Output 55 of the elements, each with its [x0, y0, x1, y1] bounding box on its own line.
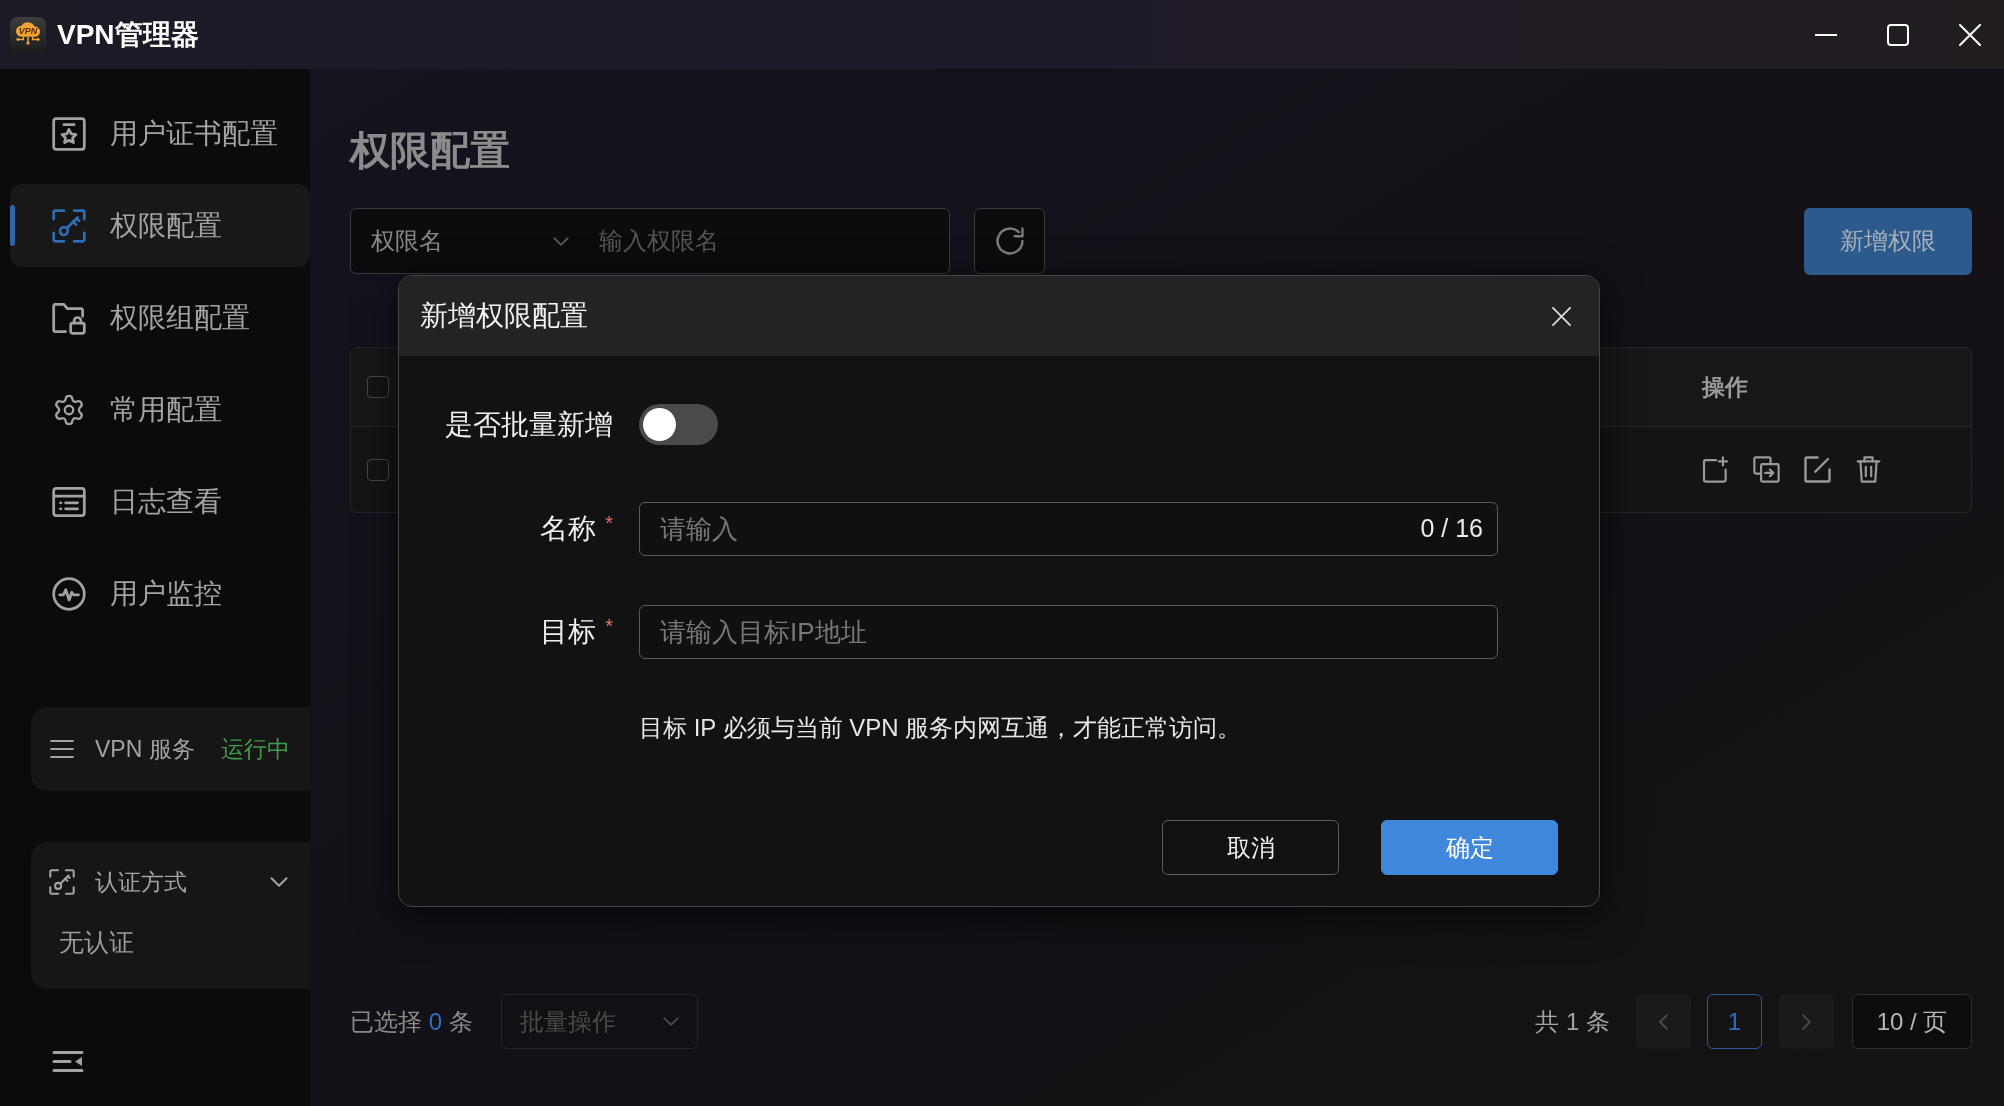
sidebar-item[interactable]: 常用配置 [10, 368, 310, 451]
sidebar-item[interactable]: 用户监控 [10, 552, 310, 635]
delete-icon[interactable] [1855, 456, 1882, 483]
dialog-title: 新增权限配置 [420, 299, 588, 333]
folder-lock-icon [52, 300, 86, 335]
window-title: VPN管理器 [57, 20, 199, 49]
char-counter: 0 / 16 [1420, 513, 1483, 545]
cloud-icon [14, 21, 42, 46]
key-icon [52, 208, 86, 243]
batch-toggle[interactable] [639, 404, 718, 445]
collapse-sidebar-icon[interactable] [52, 1050, 84, 1073]
chevron-down-icon [553, 236, 569, 246]
page-title: 权限配置 [350, 127, 510, 174]
settings-icon [52, 392, 86, 427]
refresh-icon [995, 227, 1024, 255]
menu-icon[interactable] [50, 739, 74, 759]
chevron-down-icon [662, 1017, 679, 1026]
select-all-checkbox[interactable] [367, 376, 389, 398]
auth-value: 无认证 [59, 927, 134, 958]
logo-text: VPN [17, 26, 39, 36]
maximize-icon[interactable] [1887, 23, 1909, 46]
total-count: 共 1 条 [1535, 1006, 1610, 1037]
selection-count: 已选择 0 条 [350, 1006, 473, 1037]
edit-icon[interactable] [1804, 456, 1831, 483]
search-bar[interactable]: 权限名 输入权限名 [350, 208, 950, 274]
row-checkbox[interactable] [367, 458, 389, 481]
field-label: 名称 * [540, 511, 613, 546]
add-icon[interactable] [1702, 456, 1729, 483]
search-input[interactable]: 输入权限名 [583, 209, 949, 273]
confirm-button[interactable]: 确定 [1381, 820, 1558, 875]
auth-toggle[interactable]: 认证方式 [49, 867, 288, 897]
key-icon [49, 869, 75, 895]
sidebar-item[interactable]: 权限组配置 [10, 276, 310, 359]
sidebar-item[interactable]: 权限配置 [10, 184, 310, 267]
sidebar-item[interactable]: 日志查看 [10, 460, 310, 543]
field-select[interactable]: 权限名 [351, 209, 583, 273]
hint-text: 目标 IP 必须与当前 VPN 服务内网互通，才能正常访问。 [639, 713, 1242, 743]
field-label: 目标 * [540, 614, 613, 649]
page-size-select[interactable]: 10 / 页 [1852, 994, 1972, 1049]
service-status: 运行中 [220, 734, 290, 764]
page-button[interactable]: 1 [1707, 994, 1762, 1049]
sidebar-item[interactable]: 用户证书配置 [10, 92, 310, 175]
cancel-button[interactable]: 取消 [1162, 820, 1339, 875]
selection-marker-icon [10, 205, 15, 246]
input-field[interactable]: 请输入 0 / 16 [639, 502, 1498, 556]
list-icon [52, 484, 86, 519]
close-icon[interactable] [1552, 306, 1571, 326]
text-input[interactable]: 请输入 [660, 503, 1421, 555]
copy-icon[interactable] [1753, 456, 1780, 483]
refresh-button[interactable] [974, 208, 1045, 274]
minimize-icon[interactable] [1815, 33, 1837, 36]
pulse-icon [52, 576, 86, 611]
column-header: 操作 [1702, 372, 1748, 402]
service-label: VPN 服务 [95, 734, 195, 764]
field-label: 是否批量新增 [444, 407, 613, 442]
